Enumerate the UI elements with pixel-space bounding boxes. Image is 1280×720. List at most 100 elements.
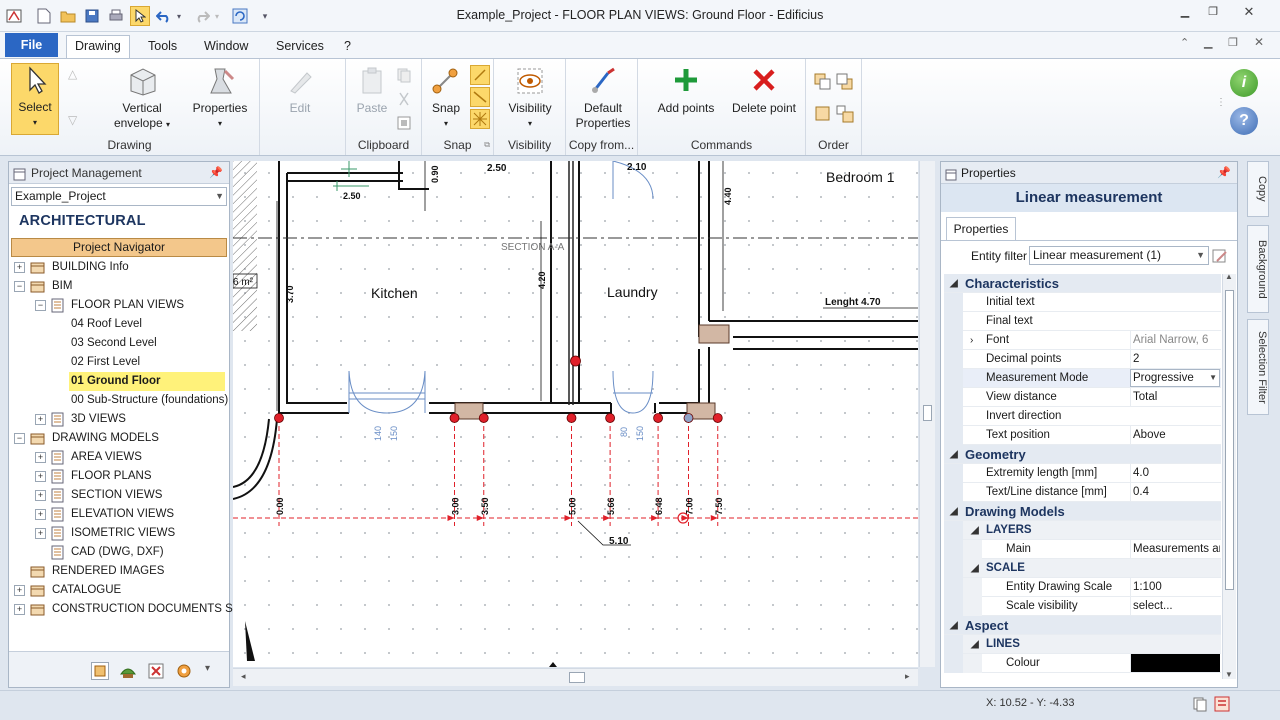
cut-icon[interactable] [396,91,412,107]
measure-point-handle[interactable] [653,413,663,423]
side-tab-background[interactable]: Background [1247,225,1269,313]
report-icon[interactable] [91,662,109,680]
property-row[interactable]: Invert direction [944,407,1221,426]
collapse-icon[interactable]: − [35,300,46,311]
floor-plan-drawing[interactable]: SECTION A-A 140 150 80 150 2.50 2.10 0.9… [233,161,918,667]
visibility-button[interactable]: Visibility ▾ [502,65,558,131]
measure-point-handle[interactable] [605,413,616,423]
doc-close-button[interactable]: ✕ [1254,35,1264,49]
side-tab-copy[interactable]: Copy [1247,161,1269,217]
property-row[interactable]: Colour [944,654,1221,673]
close-window-button[interactable]: ✕ [1236,4,1262,20]
help-icon[interactable]: ? [1230,107,1258,135]
property-value[interactable]: Total [1130,388,1220,407]
delete-item-icon[interactable] [147,662,165,680]
scroll-right-icon[interactable]: ▸ [905,671,910,682]
collapse-caret-icon[interactable]: ◢ [950,274,958,293]
snap-button[interactable]: Snap ▾ [428,65,464,131]
property-scroll-thumb[interactable] [1225,290,1234,590]
expand-icon[interactable]: + [14,262,25,273]
doc-minimize-button[interactable]: ▁ [1204,36,1212,49]
measure-point-handle[interactable] [478,413,489,423]
expand-icon[interactable]: + [35,414,46,425]
measure-point-handle[interactable] [274,413,284,423]
measure-point-handle[interactable] [712,413,723,423]
bring-to-front-icon[interactable] [814,105,832,123]
drawing-canvas[interactable]: SECTION A-A 140 150 80 150 2.50 2.10 0.9… [233,161,918,667]
expand-icon[interactable]: + [14,604,25,615]
add-points-button[interactable]: Add points [650,65,722,116]
status-background-icon[interactable] [1214,696,1230,712]
filter-edit-icon[interactable] [1211,247,1229,265]
snap-options-icon[interactable]: ⧉ [484,140,490,150]
collapse-ribbon-icon[interactable]: ⌃ [1180,36,1189,49]
snap-grid-toggle[interactable] [470,109,490,129]
property-row[interactable]: Decimal points 2 [944,350,1221,369]
measure-point-handle[interactable] [449,413,460,423]
catalogue-icon[interactable] [119,662,137,680]
property-row[interactable]: Text/Line distance [mm] 0.4 [944,483,1221,502]
measure-point-handle[interactable] [570,355,581,367]
info-icon[interactable]: i [1230,69,1258,97]
property-row[interactable]: Final text [944,312,1221,331]
pin-icon[interactable]: 📌 [209,162,223,184]
collapse-caret-icon[interactable]: ◢ [950,616,958,635]
snap-midpoint-toggle[interactable] [470,87,490,107]
property-value[interactable]: select... [1130,597,1220,616]
side-tab-selection-filter[interactable]: Selection Filter [1247,319,1269,415]
collapse-icon[interactable]: − [14,281,25,292]
expand-icon[interactable]: + [35,528,46,539]
property-value[interactable] [1130,654,1220,672]
property-row[interactable]: View distance Total [944,388,1221,407]
tab-drawing[interactable]: Drawing [66,35,130,58]
property-value[interactable]: Progressive ▼ [1130,369,1220,387]
property-value[interactable]: 0.4 [1130,483,1220,502]
pin-icon[interactable]: 📌 [1217,162,1231,184]
vertical-envelope-button[interactable]: Vertical envelope ▾ [108,65,176,132]
property-row[interactable]: Measurement Mode Progressive ▼ [944,369,1221,388]
minimize-window-button[interactable]: ▁ [1172,4,1198,20]
collapse-caret-icon[interactable]: ◢ [950,502,958,521]
expand-icon[interactable]: + [35,452,46,463]
property-row[interactable]: Font › Arial Narrow, 6 [944,331,1221,350]
status-copy-icon[interactable] [1192,696,1208,712]
tab-properties[interactable]: Properties [946,217,1016,241]
expand-icon[interactable]: + [35,509,46,520]
send-backward-icon[interactable] [836,73,854,91]
tab-services[interactable]: Services [268,36,332,58]
default-properties-button[interactable]: Default Properties [570,65,636,131]
delete-point-button[interactable]: Delete point [728,65,800,116]
canvas-vertical-scrollbar[interactable] [919,161,935,667]
scroll-down-icon[interactable]: ▼ [1225,670,1233,679]
property-value[interactable]: 1:100 [1130,578,1220,597]
bring-forward-icon[interactable] [814,73,832,91]
snap-endpoint-toggle[interactable] [470,65,490,85]
collapse-caret-icon[interactable]: ◢ [971,559,979,578]
property-row[interactable]: Scale visibility select... [944,597,1221,616]
move-down-icon[interactable]: ▽ [68,113,77,127]
entity-filter-select[interactable]: Linear measurement (1) ▼ [1029,246,1209,265]
tab-help[interactable]: ? [336,36,359,58]
tab-window[interactable]: Window [196,36,256,58]
property-grid-scrollbar[interactable]: ▲ ▼ [1222,272,1236,679]
move-up-icon[interactable]: △ [68,67,77,81]
vertical-scroll-thumb[interactable] [923,405,932,421]
property-value[interactable]: Arial Narrow, 6 [1130,331,1220,350]
expand-chevron-icon[interactable]: › [970,331,973,350]
expand-icon[interactable]: + [35,471,46,482]
file-menu-button[interactable]: File [5,33,58,57]
collapse-caret-icon[interactable]: ◢ [971,521,979,540]
scroll-up-icon[interactable]: ▲ [1225,272,1233,281]
collapse-icon[interactable]: − [14,433,25,444]
tab-tools[interactable]: Tools [140,36,185,58]
paste-button[interactable]: Paste [352,65,392,116]
maximize-window-button[interactable]: ❐ [1200,4,1226,20]
property-value[interactable]: Measurements ar [1130,540,1220,559]
canvas-horizontal-scrollbar[interactable]: ◂ ▸ [233,668,918,686]
measure-point-handle[interactable] [566,413,577,423]
measure-point-handle[interactable] [683,413,694,423]
doc-restore-button[interactable]: ❐ [1228,36,1238,49]
expand-icon[interactable]: + [35,490,46,501]
collapse-caret-icon[interactable]: ◢ [950,445,958,464]
property-row[interactable]: Extremity length [mm] 4.0 [944,464,1221,483]
